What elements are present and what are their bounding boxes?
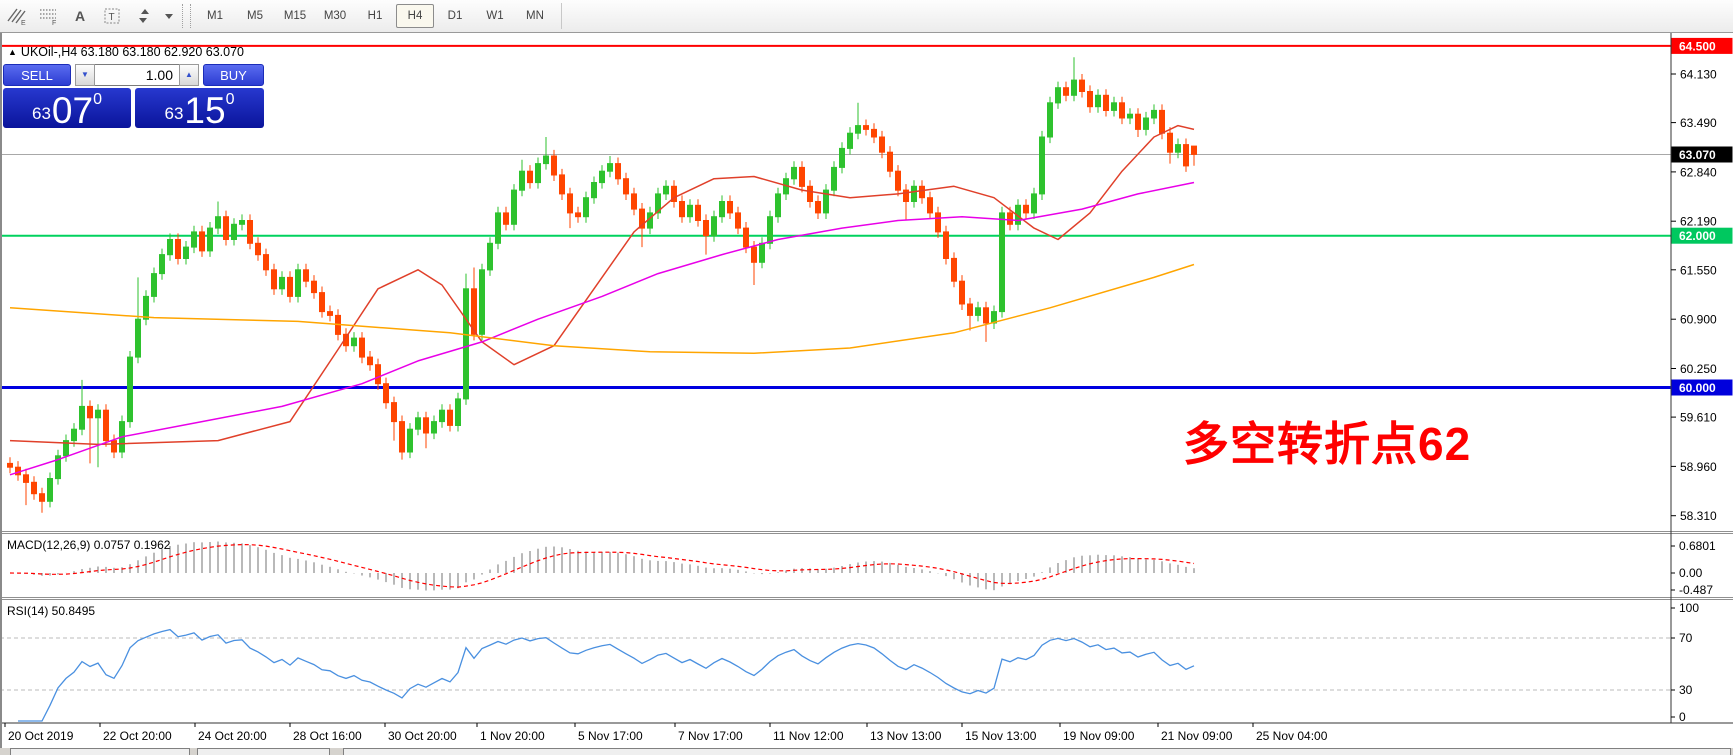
toolbar-separator: [182, 4, 191, 28]
text-box-icon[interactable]: T: [97, 3, 127, 29]
buy-price-display[interactable]: 63 15 0: [135, 88, 264, 128]
rsi-axis-label: 30: [1679, 683, 1693, 697]
text-label-icon[interactable]: A: [65, 3, 95, 29]
time-axis-label: 25 Nov 04:00: [1256, 729, 1328, 743]
symbol-ohlc-text: UKOil-,H4 63.180 63.180 62.920 63.070: [21, 45, 244, 59]
svg-text:F: F: [52, 20, 56, 26]
chart-tab-strip: [0, 748, 1733, 755]
time-axis-label: 1 Nov 20:00: [480, 729, 545, 743]
toolbar-group-end: [561, 3, 562, 29]
buy-price-big: 15: [184, 94, 225, 128]
macd-axis-label: 0.6801: [1679, 539, 1716, 553]
time-axis-label: 7 Nov 17:00: [678, 729, 743, 743]
sell-button[interactable]: SELL: [3, 64, 71, 86]
sell-price-prefix: 63: [32, 104, 51, 124]
timeframe-button-d1[interactable]: D1: [436, 4, 474, 28]
macd-axis-label: 0.00: [1679, 566, 1703, 580]
price-badge-label: 62.000: [1679, 229, 1716, 243]
rsi-axis-label: 0: [1679, 710, 1686, 724]
timeframe-button-h4[interactable]: H4: [396, 4, 434, 28]
sell-price-sup: 0: [93, 91, 102, 109]
rsi-axis-label: 100: [1679, 601, 1699, 615]
time-axis-label: 30 Oct 20:00: [388, 729, 457, 743]
svg-text:E: E: [21, 20, 26, 26]
draw-style-icon[interactable]: E: [1, 3, 31, 29]
price-badge-label: 64.500: [1679, 39, 1716, 53]
time-axis-label: 24 Oct 20:00: [198, 729, 267, 743]
timeframe-button-m1[interactable]: M1: [196, 4, 234, 28]
chevron-down-icon: ▼: [81, 71, 89, 79]
time-axis-label: 19 Nov 09:00: [1063, 729, 1135, 743]
timeframe-button-m30[interactable]: M30: [316, 4, 354, 28]
time-axis-label: 11 Nov 12:00: [773, 729, 844, 743]
chart-annotation-text: 多空转折点62: [1183, 408, 1471, 474]
price-badge-label: 63.070: [1679, 148, 1716, 162]
timeframe-button-m15[interactable]: M15: [276, 4, 314, 28]
timeframe-button-m5[interactable]: M5: [236, 4, 274, 28]
price-tick-label: 58.960: [1680, 460, 1717, 474]
rsi-axis-label: 70: [1679, 631, 1693, 645]
price-tick-label: 60.900: [1680, 313, 1717, 327]
price-tick-label: 63.490: [1680, 116, 1717, 130]
price-tick-label: 62.840: [1680, 165, 1717, 179]
price-tick-label: 64.130: [1680, 68, 1717, 82]
macd-label: MACD(12,26,9) 0.0757 0.1962: [7, 538, 170, 552]
time-axis-label: 28 Oct 16:00: [293, 729, 362, 743]
chart-bg: [0, 33, 1733, 755]
buy-price-sup: 0: [226, 91, 235, 109]
chart-tab-stub-1[interactable]: [10, 748, 190, 755]
time-axis-label: 20 Oct 2019: [8, 729, 74, 743]
chart-left-edge: [0, 33, 2, 748]
toolbar: E F A T M1M5M15M30H1H4D1W1MN: [0, 0, 1733, 33]
price-badge-label: 60.000: [1679, 381, 1716, 395]
symbol-marker-icon: ▲: [8, 47, 17, 57]
arrows-icon[interactable]: [129, 3, 159, 29]
time-axis-label: 5 Nov 17:00: [578, 729, 643, 743]
symbol-ohlc-line: ▲ UKOil-,H4 63.180 63.180 62.920 63.070: [8, 45, 244, 59]
price-tick-label: 59.610: [1680, 411, 1717, 425]
price-tick-label: 61.550: [1680, 263, 1717, 277]
time-axis-label: 13 Nov 13:00: [870, 729, 942, 743]
price-tick-label: 62.190: [1680, 215, 1717, 229]
volume-increase-button[interactable]: ▲: [179, 64, 199, 86]
timeframe-button-mn[interactable]: MN: [516, 4, 554, 28]
volume-decrease-button[interactable]: ▼: [75, 64, 95, 86]
one-click-trade-panel: SELL ▼ ▲ BUY 63 07 0 63 15 0: [3, 64, 264, 128]
macd-axis-label: -0.487: [1679, 583, 1713, 597]
volume-spinner: ▼ ▲: [75, 64, 199, 86]
timeframe-group: M1M5M15M30H1H4D1W1MN: [195, 4, 555, 28]
arrows-dropdown-icon[interactable]: [161, 3, 177, 29]
buy-button[interactable]: BUY: [203, 64, 264, 86]
rsi-label: RSI(14) 50.8495: [7, 604, 95, 618]
volume-input[interactable]: [95, 64, 179, 86]
timeframe-button-w1[interactable]: W1: [476, 4, 514, 28]
sell-price-big: 07: [52, 94, 93, 128]
time-axis-label: 22 Oct 20:00: [103, 729, 172, 743]
buy-price-prefix: 63: [165, 104, 184, 124]
chevron-up-icon: ▲: [185, 71, 193, 79]
svg-text:T: T: [109, 12, 115, 23]
chart-tab-stub-3[interactable]: [343, 748, 1731, 755]
sell-price-display[interactable]: 63 07 0: [3, 88, 131, 128]
chart-tab-stub-2[interactable]: [197, 748, 330, 755]
time-axis-label: 15 Nov 13:00: [965, 729, 1037, 743]
timeframe-button-h1[interactable]: H1: [356, 4, 394, 28]
price-tick-label: 60.250: [1680, 362, 1717, 376]
fibonacci-icon[interactable]: F: [33, 3, 63, 29]
price-tick-label: 58.310: [1680, 509, 1717, 523]
time-axis-label: 21 Nov 09:00: [1161, 729, 1233, 743]
